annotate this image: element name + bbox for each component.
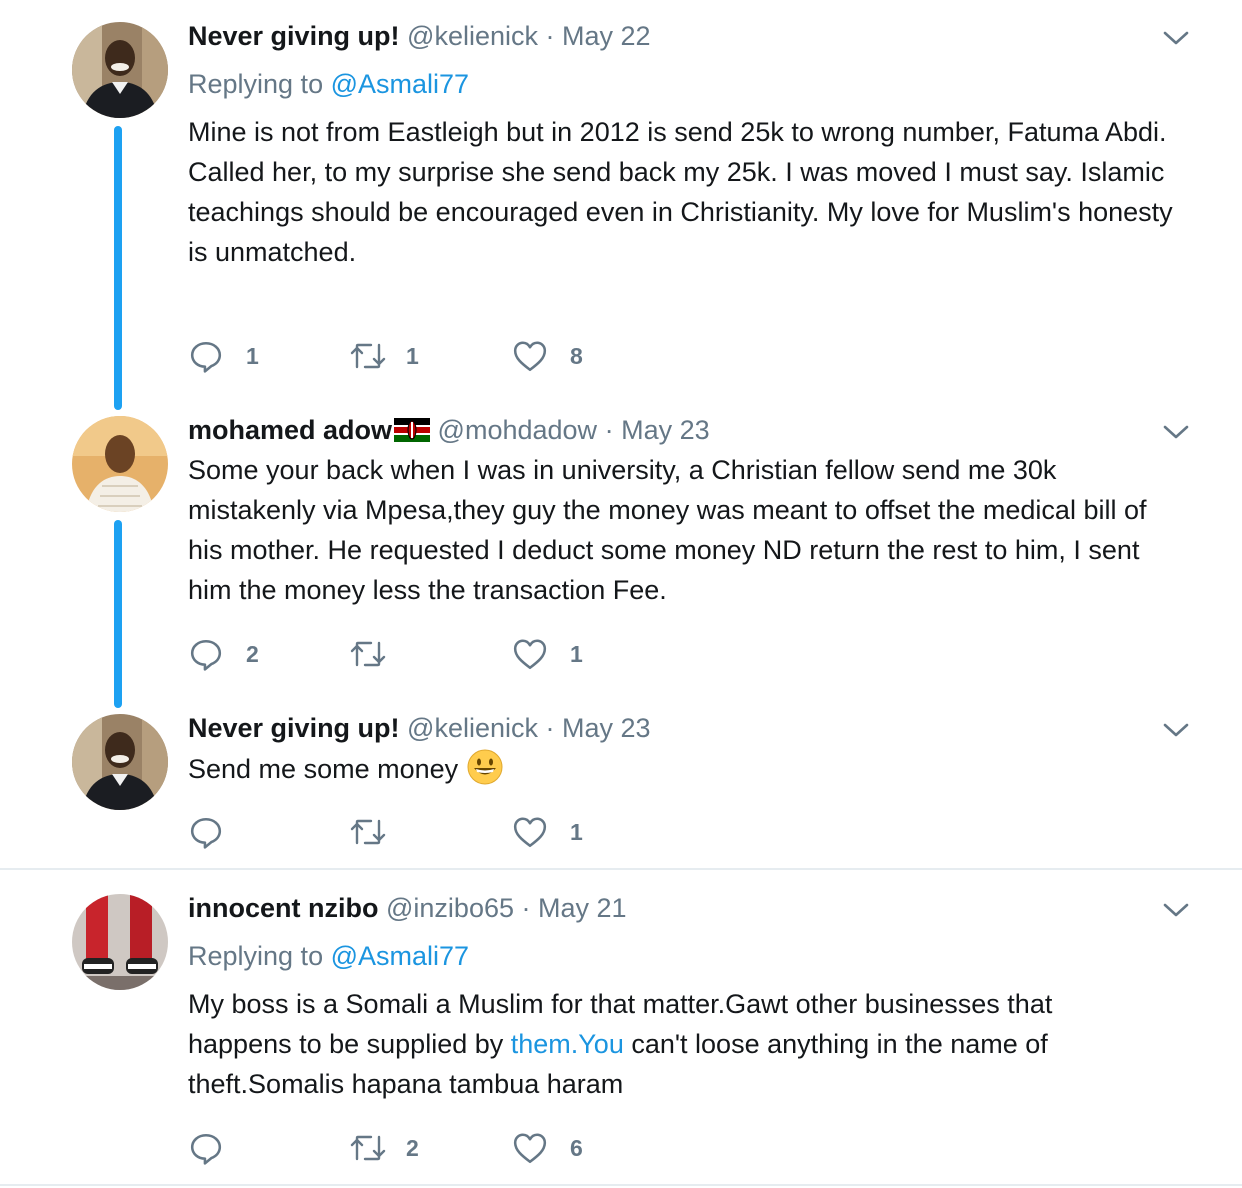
tweet-text-paragraph: Called her, to my surprise she send back… <box>188 157 1173 267</box>
heart-icon <box>512 339 548 373</box>
mention-link[interactable]: @Asmali77 <box>331 941 469 971</box>
display-name[interactable]: innocent nzibo <box>188 893 378 923</box>
separator-dot: · <box>545 713 555 743</box>
replying-to: Replying to @Asmali77 <box>188 66 469 102</box>
tweet[interactable]: mohamed adow @mohdadow · May 23 Some you… <box>0 412 1242 702</box>
retweet-button[interactable] <box>348 812 410 852</box>
reply-count: 2 <box>246 640 259 667</box>
reply-icon <box>188 339 224 373</box>
avatar[interactable] <box>72 894 168 990</box>
avatar[interactable] <box>72 22 168 118</box>
like-count: 1 <box>570 818 583 845</box>
chevron-down-icon[interactable] <box>1162 422 1190 442</box>
retweet-count: 1 <box>406 342 419 369</box>
display-name[interactable]: Never giving up! <box>188 713 400 743</box>
user-handle[interactable]: @kelienick <box>407 713 538 743</box>
tweet-text: Send me some money <box>188 748 1178 789</box>
retweet-icon <box>348 816 388 848</box>
chevron-down-icon[interactable] <box>1162 720 1190 740</box>
tweet[interactable]: Never giving up! @kelienick · May 22 Rep… <box>0 18 1242 398</box>
tweet-text: Mine is not from Eastleigh but in 2012 i… <box>188 112 1178 272</box>
separator-dot: · <box>545 21 555 51</box>
replying-to: Replying to @Asmali77 <box>188 938 469 974</box>
tweet-text: Some your back when I was in university,… <box>188 455 1147 605</box>
retweet-button[interactable]: 2 <box>348 1128 419 1168</box>
retweet-button[interactable]: 1 <box>348 336 419 376</box>
tweet-date[interactable]: May 22 <box>562 21 651 51</box>
like-button[interactable]: 1 <box>512 812 583 852</box>
user-handle[interactable]: @inzibo65 <box>386 893 514 923</box>
tweet-header: mohamed adow @mohdadow · May 23 <box>188 412 710 448</box>
tweet[interactable]: innocent nzibo @inzibo65 · May 21 Replyi… <box>0 890 1242 1180</box>
kenya-flag-icon <box>394 418 431 442</box>
reply-icon <box>188 637 224 671</box>
heart-icon <box>512 1131 548 1165</box>
replying-to-label: Replying to <box>188 941 324 971</box>
display-name[interactable]: Never giving up! <box>188 21 400 51</box>
separator-dot: · <box>604 415 614 445</box>
chevron-down-icon[interactable] <box>1162 28 1190 48</box>
chevron-down-icon[interactable] <box>1162 900 1190 920</box>
reply-button[interactable] <box>188 1128 246 1168</box>
user-handle[interactable]: @kelienick <box>407 21 538 51</box>
separator-dot: · <box>521 893 531 923</box>
tweet-divider <box>0 1184 1242 1186</box>
mention-link[interactable]: @Asmali77 <box>331 69 469 99</box>
tweet[interactable]: Never giving up! @kelienick · May 23 Sen… <box>0 710 1242 860</box>
like-button[interactable]: 8 <box>512 336 583 376</box>
like-count: 1 <box>570 640 583 667</box>
retweet-button[interactable] <box>348 634 410 674</box>
heart-icon <box>512 637 548 671</box>
avatar[interactable] <box>72 416 168 512</box>
tweet-text-content: Send me some money <box>188 754 459 784</box>
reply-button[interactable]: 1 <box>188 336 259 376</box>
tweet-header: Never giving up! @kelienick · May 22 <box>188 18 651 54</box>
retweet-icon <box>348 1132 388 1164</box>
reply-button[interactable]: 2 <box>188 634 259 674</box>
like-count: 6 <box>570 1134 583 1161</box>
tweet-header: innocent nzibo @inzibo65 · May 21 <box>188 890 627 926</box>
tweet-text: My boss is a Somali a Muslim for that ma… <box>188 984 1108 1104</box>
reply-icon <box>188 815 224 849</box>
avatar[interactable] <box>72 714 168 810</box>
tweet-text-paragraph: Mine is not from Eastleigh but in 2012 i… <box>188 117 1167 147</box>
tweet-divider <box>0 868 1242 870</box>
reply-count: 1 <box>246 342 259 369</box>
user-handle[interactable]: @mohdadow <box>438 415 598 445</box>
like-count: 8 <box>570 342 583 369</box>
reply-icon <box>188 1131 224 1165</box>
reply-button[interactable] <box>188 812 246 852</box>
tweet-date[interactable]: May 21 <box>538 893 627 923</box>
like-button[interactable]: 6 <box>512 1128 583 1168</box>
inline-link[interactable]: them.You <box>511 1029 624 1059</box>
heart-icon <box>512 815 548 849</box>
like-button[interactable]: 1 <box>512 634 583 674</box>
retweet-icon <box>348 340 388 372</box>
replying-to-label: Replying to <box>188 69 324 99</box>
tweet-date[interactable]: May 23 <box>562 713 651 743</box>
retweet-count: 2 <box>406 1134 419 1161</box>
tweet-date[interactable]: May 23 <box>621 415 710 445</box>
tweet-header: Never giving up! @kelienick · May 23 <box>188 710 651 746</box>
grinning-face-emoji <box>467 749 503 785</box>
retweet-icon <box>348 638 388 670</box>
display-name[interactable]: mohamed adow <box>188 415 392 445</box>
